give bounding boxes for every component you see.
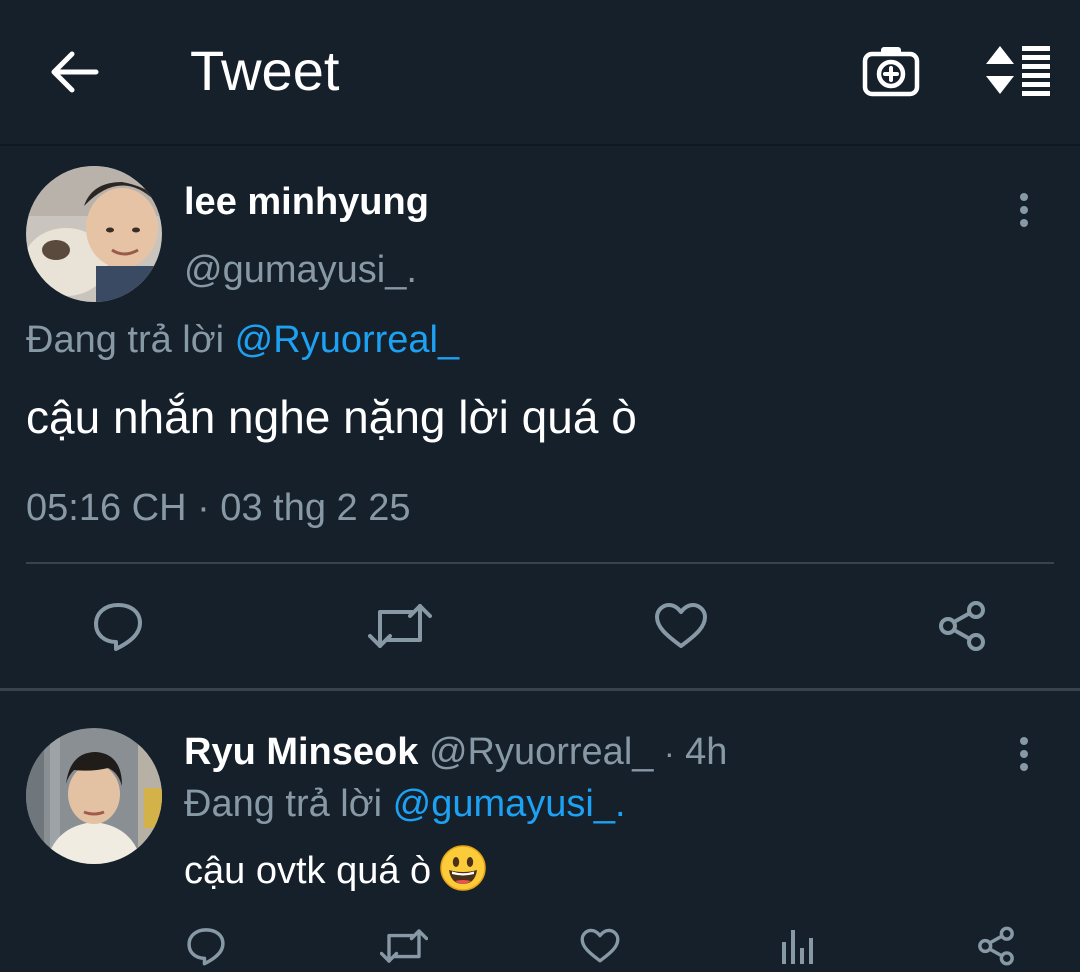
- reply-avatar[interactable]: [26, 728, 162, 864]
- reply-icon: [94, 603, 142, 651]
- avatar[interactable]: [26, 166, 162, 302]
- reply-reply-button[interactable]: [186, 926, 226, 966]
- reply-share-button[interactable]: [976, 926, 1016, 966]
- arrow-left-icon: [51, 51, 99, 93]
- like-icon: [655, 603, 707, 648]
- sort-lines-icon: [986, 46, 1050, 96]
- share-icon: [978, 926, 1014, 966]
- thread-divider: [0, 688, 1080, 691]
- header-divider: [0, 144, 1080, 146]
- back-button[interactable]: [48, 48, 100, 96]
- app-header: Tweet: [0, 0, 1080, 144]
- reply-mention-link[interactable]: @gumayusi_.: [393, 783, 626, 825]
- reply-text-line: cậu ovtk quá ò: [184, 844, 487, 902]
- page-title: Tweet: [190, 39, 340, 102]
- author-name[interactable]: lee minhyung: [184, 180, 429, 224]
- sort-button[interactable]: [982, 44, 1052, 96]
- reply-like-button[interactable]: [580, 928, 620, 964]
- share-icon: [939, 601, 985, 651]
- reply-author-line: Ryu Minseok @Ryuorreal_ · 4h: [184, 730, 727, 775]
- camera-plus-icon: [862, 47, 920, 97]
- more-options-button[interactable]: [1014, 192, 1034, 228]
- avatar-photo: [26, 166, 162, 302]
- tweet-text: cậu nhắn nghe nặng lời quá ò: [26, 391, 637, 443]
- camera-button[interactable]: [862, 44, 920, 98]
- tweet-timestamp[interactable]: 05:16 CH · 03 thg 2 25: [26, 486, 410, 530]
- reply-replying-to-line: Đang trả lời @gumayusi_.: [184, 782, 626, 826]
- retweet-icon: [380, 929, 428, 963]
- more-vertical-icon: [1020, 737, 1028, 771]
- reply-replying-prefix: Đang trả lời: [184, 783, 383, 825]
- analytics-icon: [782, 930, 813, 964]
- reply-author-name[interactable]: Ryu Minseok: [184, 731, 418, 773]
- reply-text: cậu ovtk quá ò: [184, 850, 432, 893]
- reply-analytics-button[interactable]: [780, 928, 814, 964]
- like-button[interactable]: [654, 602, 708, 650]
- avatar-photo: [26, 728, 162, 864]
- reply-icon: [187, 928, 225, 966]
- more-vertical-icon: [1020, 193, 1028, 227]
- replying-prefix: Đang trả lời: [26, 319, 225, 361]
- author-handle[interactable]: @gumayusi_.: [184, 248, 417, 292]
- retweet-icon: [368, 604, 432, 648]
- like-icon: [580, 928, 620, 963]
- meta-divider: [26, 562, 1054, 564]
- replying-to-line: Đang trả lời @Ryuorreal_: [26, 318, 459, 362]
- smiling-face-emoji: [439, 844, 487, 902]
- reply-more-options-button[interactable]: [1014, 736, 1034, 772]
- reply-retweet-button[interactable]: [380, 928, 428, 964]
- mention-link[interactable]: @Ryuorreal_: [235, 319, 459, 361]
- reply-author-handle[interactable]: @Ryuorreal_: [429, 731, 653, 773]
- reply-time-separator: ·: [663, 735, 675, 771]
- retweet-button[interactable]: [368, 602, 432, 650]
- reply-time[interactable]: 4h: [685, 731, 727, 773]
- reply-button[interactable]: [92, 600, 144, 652]
- share-button[interactable]: [936, 600, 988, 652]
